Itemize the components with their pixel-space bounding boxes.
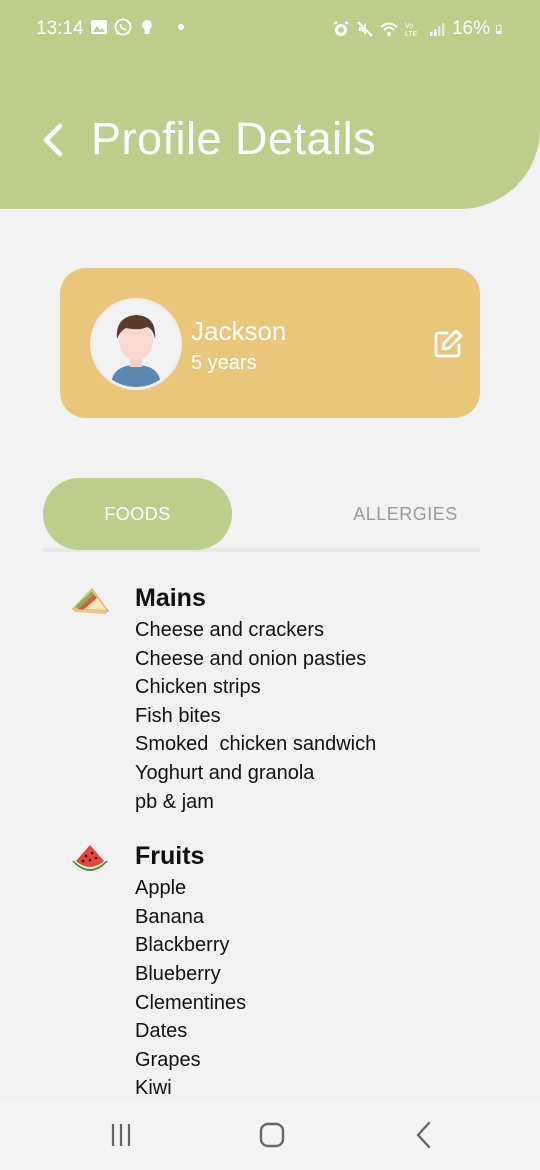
category-title: Fruits — [135, 842, 205, 871]
food-item: Apple — [135, 877, 187, 900]
alarm-icon — [333, 21, 349, 36]
food-item: Smoked chicken sandwich — [135, 733, 377, 756]
food-item: Blackberry — [135, 934, 230, 957]
sandwich-icon — [71, 587, 110, 614]
bulb-icon — [142, 20, 152, 34]
dot-icon — [178, 24, 184, 30]
system-nav-bar — [0, 1100, 540, 1170]
status-bar: 13:14 Vo LTE 16% — [0, 0, 540, 58]
battery-icon — [496, 24, 502, 34]
home-icon[interactable] — [255, 1118, 289, 1152]
profile-card[interactable]: Jackson 5 years — [60, 268, 480, 418]
signal-icon — [429, 23, 445, 36]
svg-text:Vo: Vo — [405, 23, 413, 30]
food-list[interactable]: Mains Cheese and crackers Cheese and oni… — [0, 580, 540, 1100]
food-item: Cheese and crackers — [135, 619, 324, 641]
avatar — [90, 298, 182, 390]
food-item: pb & jam — [135, 790, 214, 813]
watermelon-icon — [72, 845, 108, 872]
food-item: Chicken strips — [135, 676, 261, 699]
tab-bar: FOODS ALLERGIES — [43, 478, 480, 552]
food-item: Clementines — [135, 991, 247, 1014]
back-icon[interactable] — [408, 1118, 442, 1152]
mute-icon — [357, 21, 373, 37]
profile-name: Jackson — [191, 316, 287, 346]
food-item: Dates — [135, 1020, 188, 1043]
child-avatar-icon — [93, 301, 179, 387]
page-title: Profile Details — [91, 113, 377, 164]
tab-foods[interactable]: FOODS — [43, 478, 232, 550]
category-fruits: Fruits Apple Banana Blackberry Blueberry… — [0, 838, 540, 1100]
food-item: Grapes — [135, 1048, 201, 1071]
food-item: Banana — [135, 905, 204, 928]
category-title: Mains — [135, 584, 206, 612]
status-time: 13:14 — [36, 18, 84, 39]
back-button[interactable] — [38, 118, 70, 162]
profile-age: 5 years — [191, 352, 257, 374]
recent-apps-icon[interactable] — [104, 1118, 138, 1152]
food-item: Fish bites — [135, 704, 221, 727]
svg-text:LTE: LTE — [405, 31, 418, 38]
whatsapp-icon — [114, 18, 132, 36]
gallery-icon — [91, 20, 107, 34]
food-item: Blueberry — [135, 962, 221, 985]
edit-icon[interactable] — [432, 328, 464, 360]
food-item: Kiwi — [135, 1077, 172, 1100]
battery-text: 16% — [451, 18, 490, 39]
status-left-icons — [90, 18, 190, 36]
food-item: Yoghurt and granola — [135, 761, 315, 784]
food-item: Cheese and onion pasties — [135, 647, 367, 670]
lte-icon: VoLTE — [405, 23, 418, 38]
status-right-icons: Vo LTE 16% — [332, 18, 506, 40]
wifi-icon — [380, 22, 398, 36]
category-mains: Mains Cheese and crackers Cheese and oni… — [0, 580, 540, 816]
tab-allergies[interactable]: ALLERGIES — [313, 478, 498, 550]
